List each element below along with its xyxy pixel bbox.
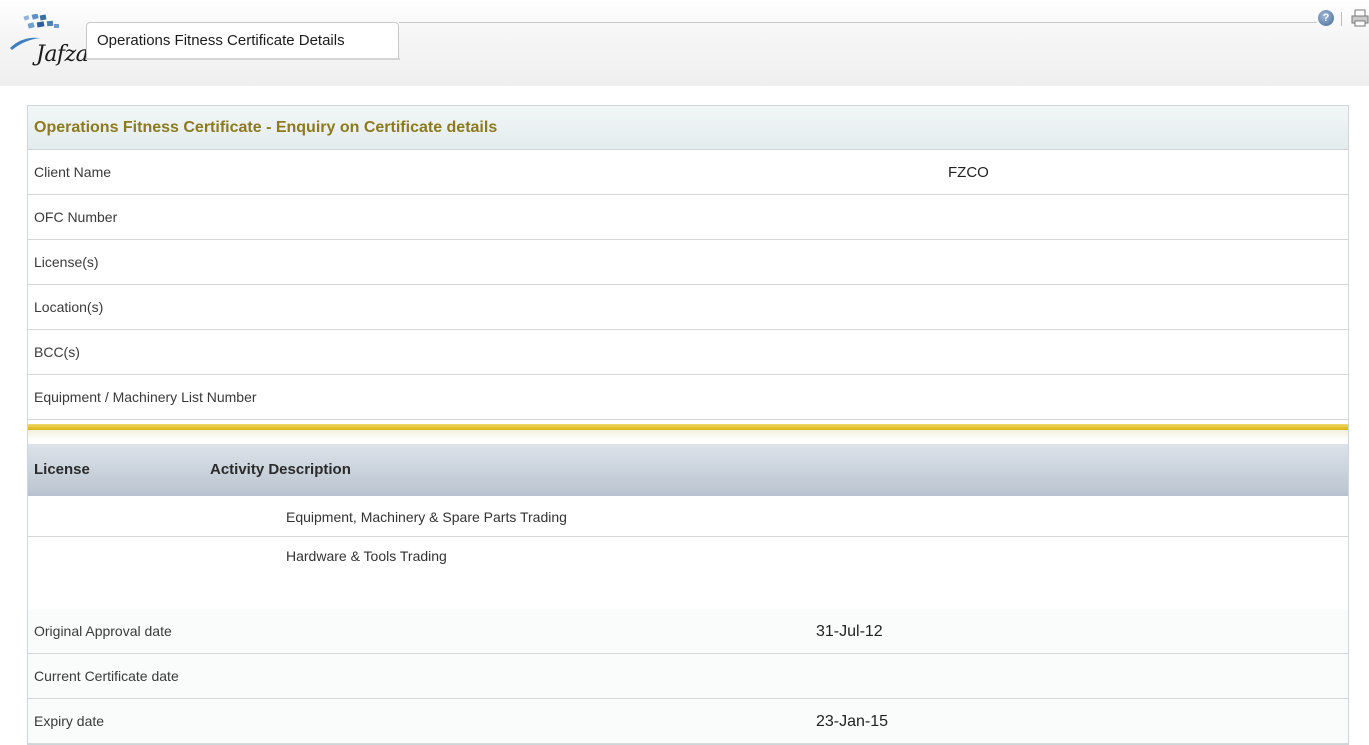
field-locations: Location(s) — [28, 285, 1348, 330]
print-icon[interactable] — [1351, 9, 1369, 27]
tab-ofc-details[interactable]: Operations Fitness Certificate Details — [86, 22, 399, 58]
field-label: Equipment / Machinery List Number — [34, 389, 257, 405]
logo-text: Jafza — [36, 42, 89, 67]
field-label: Expiry date — [34, 713, 105, 729]
table-row: Hardware & Tools Trading — [28, 537, 1348, 576]
redacted-block — [208, 506, 280, 530]
redacted-block — [34, 545, 86, 569]
field-label: License(s) — [34, 254, 99, 270]
field-label: Client Name — [34, 164, 112, 180]
redacted-block — [34, 506, 86, 530]
licenses-table-header: License Activity Description — [28, 444, 1348, 496]
column-header-activity: Activity Description — [210, 461, 351, 478]
field-value: 23-Jan-15 — [816, 713, 889, 730]
jafza-logo[interactable]: Jafza — [8, 14, 89, 74]
field-licenses: License(s) — [28, 240, 1348, 285]
field-label: BCC(s) — [34, 344, 80, 360]
field-label: OFC Number — [34, 209, 118, 225]
toolbar-divider — [1341, 12, 1342, 26]
field-equipment-list: Equipment / Machinery List Number — [28, 375, 1348, 420]
spacer — [28, 575, 1348, 609]
redacted-block — [208, 545, 280, 569]
field-bccs: BCC(s) — [28, 330, 1348, 375]
field-original-approval-date: Original Approval date 31-Jul-12 — [28, 609, 1348, 654]
activity-description: Equipment, Machinery & Spare Parts Tradi… — [286, 509, 567, 525]
redacted-block — [816, 293, 901, 323]
column-header-license: License — [34, 461, 90, 478]
help-icon[interactable]: ? — [1318, 10, 1334, 26]
field-value: 31-Jul-12 — [816, 623, 883, 640]
panel-title: Operations Fitness Certificate - Enquiry… — [28, 106, 1348, 150]
field-client-name: Client Name FZCO — [28, 150, 1348, 195]
tab-strip-line — [399, 22, 1317, 23]
redacted-block — [816, 160, 934, 186]
field-label: Current Certificate date — [34, 668, 179, 684]
field-ofc-number: OFC Number — [28, 195, 1348, 240]
field-value: FZCO — [948, 164, 989, 181]
redacted-block — [816, 248, 883, 278]
tab-underline — [86, 58, 400, 60]
top-bar: Jafza Operations Fitness Certificate Det… — [0, 0, 1369, 86]
section-separator-fade — [28, 430, 1348, 440]
field-expiry-date: Expiry date 23-Jan-15 — [28, 699, 1348, 744]
certificate-details-panel: Operations Fitness Certificate - Enquiry… — [27, 105, 1349, 745]
table-row: Equipment, Machinery & Spare Parts Tradi… — [28, 498, 1348, 537]
activity-description: Hardware & Tools Trading — [286, 548, 447, 564]
field-label: Location(s) — [34, 299, 104, 315]
field-current-certificate-date: Current Certificate date — [28, 654, 1348, 699]
field-label: Original Approval date — [34, 623, 172, 639]
